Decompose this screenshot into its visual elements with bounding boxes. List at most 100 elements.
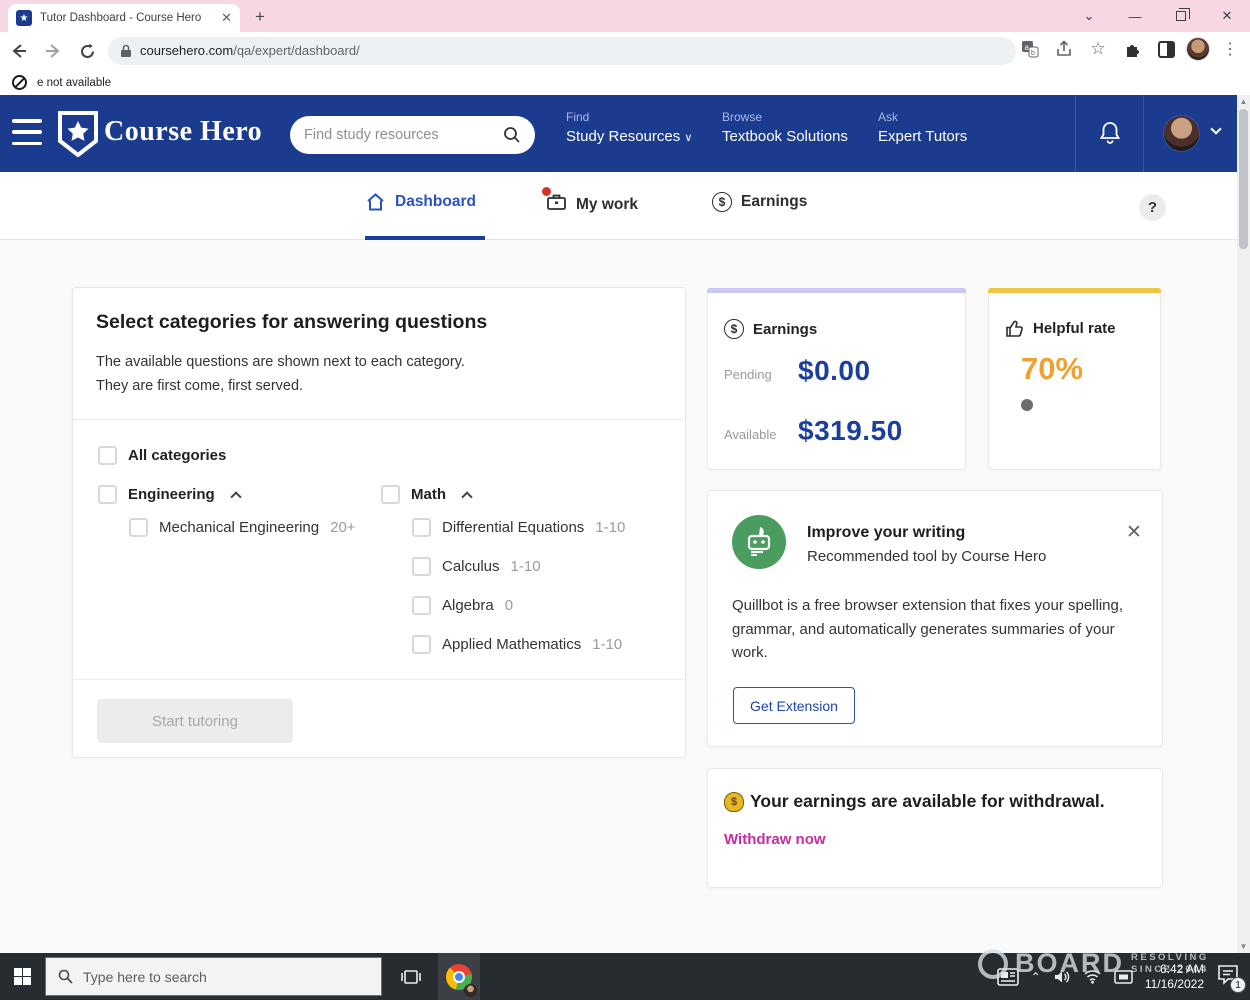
tab-earnings[interactable]: $ Earnings [712, 192, 807, 212]
chrome-taskbar-button[interactable] [438, 953, 480, 1000]
withdraw-now-link[interactable]: Withdraw now [724, 831, 826, 848]
checkbox[interactable] [412, 557, 431, 576]
page-scrollbar[interactable]: ▲ ▼ [1237, 95, 1250, 953]
tab-my-work[interactable]: My work [546, 192, 638, 217]
minimize-button[interactable]: — [1112, 0, 1158, 32]
browser-tabstrip: ★ Tutor Dashboard - Course Hero ✕ + ⌄ — … [0, 0, 1250, 32]
browser-menu-icon[interactable]: ⋮ [1216, 35, 1244, 63]
nav-textbook-solutions[interactable]: Browse Textbook Solutions [722, 110, 848, 145]
hero-search-placeholder: Find study resources [304, 127, 503, 143]
checkbox[interactable] [412, 596, 431, 615]
browser-tab[interactable]: ★ Tutor Dashboard - Course Hero ✕ [8, 4, 240, 32]
checkbox[interactable] [98, 446, 117, 465]
withdraw-card: $ Your earnings are available for withdr… [707, 768, 1163, 888]
home-icon [365, 192, 386, 212]
quillbot-subtitle: Recommended tool by Course Hero [807, 548, 1046, 565]
checkbox-applied-mathematics[interactable]: Applied Mathematics 1-10 [412, 635, 622, 654]
helpful-card-title: Helpful rate [1033, 320, 1116, 337]
checkbox-calculus[interactable]: Calculus 1-10 [412, 557, 541, 576]
earnings-accent-bar [707, 288, 966, 293]
tray-expand-icon[interactable]: ⌃ [1031, 970, 1041, 984]
reload-icon[interactable] [72, 36, 102, 66]
coursehero-logo-icon[interactable] [58, 111, 98, 162]
restore-button[interactable] [1158, 0, 1204, 32]
brand-wordmark[interactable]: Course Hero [104, 116, 262, 148]
volume-icon[interactable] [1053, 969, 1071, 985]
checkbox[interactable] [98, 485, 117, 504]
start-button[interactable] [0, 953, 45, 1000]
close-window-button[interactable]: ✕ [1204, 0, 1250, 32]
available-label: Available [724, 427, 777, 442]
checkbox[interactable] [381, 485, 400, 504]
get-extension-button[interactable]: Get Extension [733, 687, 855, 724]
side-panel-icon[interactable] [1152, 35, 1180, 63]
windows-taskbar: Type here to search ⌃ 6:42 AM [0, 953, 1250, 1000]
checkbox[interactable] [412, 518, 431, 537]
dollar-coin-icon: $ [712, 192, 732, 212]
user-avatar[interactable] [1163, 115, 1200, 152]
extensions-puzzle-icon[interactable] [1118, 35, 1146, 63]
unavailable-icon [12, 75, 27, 90]
news-widget-icon[interactable] [997, 968, 1019, 986]
chevron-down-icon: ∨ [684, 132, 692, 144]
briefcase-icon [546, 192, 567, 217]
checkbox-differential-equations[interactable]: Differential Equations 1-10 [412, 518, 625, 537]
notifications-bell-icon[interactable] [1094, 117, 1126, 149]
start-tutoring-button[interactable]: Start tutoring [97, 699, 293, 743]
url-bar[interactable]: coursehero.com/qa/expert/dashboard/ [108, 37, 1016, 65]
wifi-icon[interactable] [1083, 969, 1102, 984]
withdraw-title: Your earnings are available for withdraw… [750, 791, 1105, 812]
hamburger-menu-icon[interactable] [12, 119, 42, 145]
scroll-up-icon[interactable]: ▲ [1237, 97, 1250, 106]
browser-profile-avatar[interactable] [1186, 37, 1210, 61]
account-chevron-icon[interactable] [1210, 123, 1221, 134]
forward-icon[interactable] [38, 36, 68, 66]
earnings-card-title: Earnings [753, 321, 817, 338]
scroll-down-icon[interactable]: ▼ [1237, 942, 1250, 951]
checkbox[interactable] [412, 635, 431, 654]
back-icon[interactable] [4, 36, 34, 66]
close-icon[interactable]: ✕ [1126, 521, 1142, 544]
nav-study-resources[interactable]: Find Study Resources ∨ [566, 110, 692, 145]
helpful-rate-card: Helpful rate 70% [988, 292, 1161, 470]
hero-search-input[interactable]: Find study resources [290, 116, 535, 154]
bookmark-star-icon[interactable]: ☆ [1084, 35, 1112, 63]
checkbox-group-math[interactable]: Math [381, 485, 471, 504]
tab-search-icon[interactable]: ⌄ [1066, 0, 1112, 32]
helpful-accent-bar [988, 288, 1161, 293]
checkbox[interactable] [129, 518, 148, 537]
face-dot-icon [1021, 399, 1033, 411]
checkbox-group-engineering[interactable]: Engineering [98, 485, 240, 504]
tray-date: 11/16/2022 [1145, 977, 1204, 992]
search-icon[interactable] [503, 126, 521, 144]
money-bag-icon: $ [724, 792, 744, 812]
task-view-button[interactable] [390, 953, 432, 1000]
help-button[interactable]: ? [1139, 194, 1166, 221]
tab-dashboard[interactable]: Dashboard [365, 192, 476, 212]
nav-expert-tutors[interactable]: Ask Expert Tutors [878, 110, 967, 145]
screen-cast-icon[interactable] [1114, 969, 1133, 985]
checkbox-algebra[interactable]: Algebra 0 [412, 596, 513, 615]
taskbar-search-input[interactable]: Type here to search [45, 957, 382, 996]
checkbox-mechanical-engineering[interactable]: Mechanical Engineering 20+ [129, 518, 356, 537]
action-center-button[interactable]: 1 [1216, 964, 1242, 990]
notification-dot [542, 187, 551, 196]
collapse-caret-icon[interactable] [230, 491, 241, 502]
share-icon[interactable] [1050, 35, 1078, 63]
checkbox-all-categories[interactable]: All categories [98, 446, 226, 465]
browser-toolbar: coursehero.com/qa/expert/dashboard/ ab ☆… [0, 32, 1250, 70]
collapse-caret-icon[interactable] [461, 491, 472, 502]
available-value: $319.50 [798, 415, 903, 447]
dashboard-subnav: Dashboard My work $ Earnings [0, 172, 1237, 240]
helpful-rate-value: 70% [1021, 351, 1083, 387]
active-tab-underline [365, 236, 485, 240]
categories-card: Select categories for answering question… [72, 287, 686, 758]
tab-close-icon[interactable]: ✕ [221, 10, 232, 26]
dollar-coin-icon: $ [724, 319, 744, 339]
categories-subtitle-2: They are first come, first served. [96, 378, 303, 394]
tray-clock[interactable]: 6:42 AM 11/16/2022 [1145, 962, 1204, 992]
translate-icon[interactable]: ab [1016, 35, 1044, 63]
new-tab-button[interactable]: + [255, 7, 265, 27]
categories-subtitle-1: The available questions are shown next t… [96, 354, 465, 370]
scrollbar-thumb[interactable] [1239, 109, 1248, 249]
